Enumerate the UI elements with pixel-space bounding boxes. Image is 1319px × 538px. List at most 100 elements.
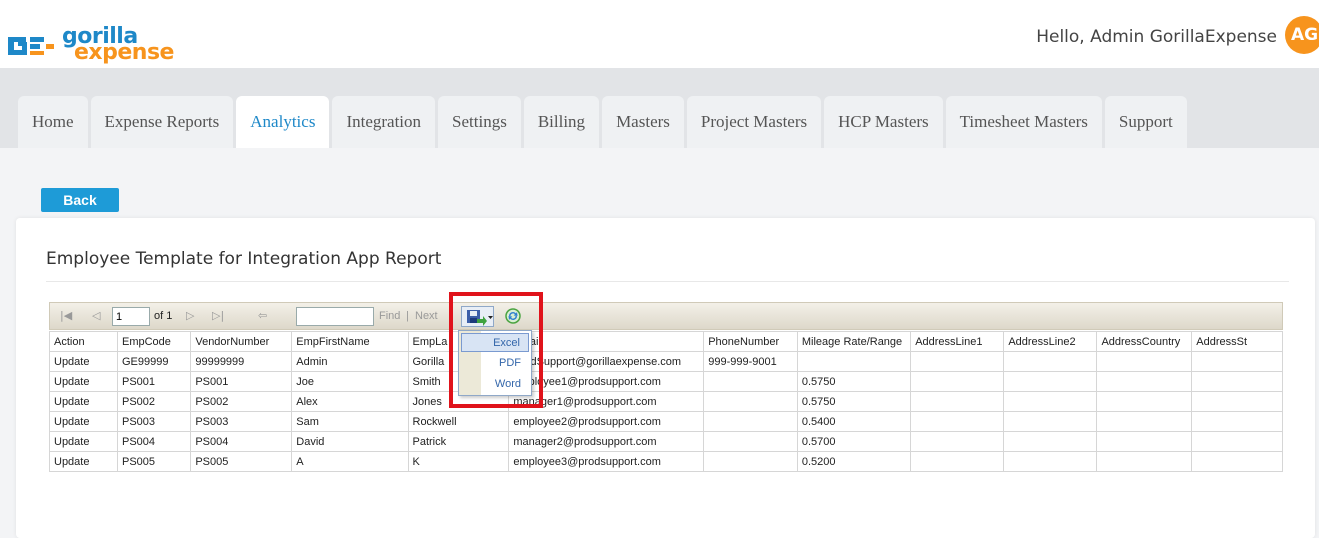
back-button[interactable]: Back — [41, 188, 119, 212]
table-cell — [1003, 391, 1098, 412]
table-row: Update PS001 PS001 Joe Smith employee1@prodsu… — [49, 371, 1283, 392]
tab-home[interactable]: Home — [18, 96, 88, 148]
table-cell: Update — [49, 351, 118, 372]
tab-hcp-masters[interactable]: HCP Masters — [824, 96, 943, 148]
table-cell — [1003, 351, 1098, 372]
table-cell: 0.5750 — [796, 371, 912, 392]
table-cell: A — [291, 451, 409, 472]
tab-masters[interactable]: Masters — [602, 96, 684, 148]
annotation-highlight-box — [449, 292, 543, 408]
find-text-input[interactable] — [296, 307, 374, 326]
table-cell: Update — [49, 451, 118, 472]
table-cell — [1191, 371, 1283, 392]
table-row: Update PS005 PS005 A Kemployee3@prodsupport.… — [49, 451, 1283, 472]
report-grid-viewport[interactable]: Action EmpCode VendorNumber EmpFirstName Emp… — [49, 331, 1283, 481]
tab-settings[interactable]: Settings — [438, 96, 521, 148]
table-cell — [1191, 451, 1283, 472]
table-cell — [1003, 371, 1098, 392]
table-cell: PS002 — [116, 391, 192, 412]
column-header: VendorNumber — [190, 331, 293, 352]
table-cell — [703, 431, 798, 452]
table-cell: manager2@prodsupport.com — [508, 431, 705, 452]
top-bar: gorilla expense Hello, Admin GorillaExpe… — [0, 0, 1319, 68]
table-cell: employee2@prodsupport.com — [508, 411, 705, 432]
table-cell — [1096, 431, 1193, 452]
tab-timesheet-masters[interactable]: Timesheet Masters — [945, 96, 1102, 148]
table-cell: PS001 — [190, 371, 293, 392]
column-header: Action — [49, 331, 118, 352]
title-divider — [46, 281, 1289, 282]
table-cell: 0.5700 — [796, 431, 912, 452]
next-page-icon[interactable]: ▷ — [186, 309, 194, 322]
table-cell — [703, 391, 798, 412]
table-cell: Alex — [291, 391, 409, 412]
table-cell — [1096, 451, 1193, 472]
table-cell — [703, 371, 798, 392]
report-viewer-toolbar: |◀ ◁ of 1 ▷ ▷| ⇦ Find | Next — [49, 302, 1283, 330]
table-cell: GE99999 — [116, 351, 192, 372]
table-cell: PS001 — [116, 371, 192, 392]
table-cell: PS005 — [116, 451, 192, 472]
table-cell — [1096, 371, 1193, 392]
tab-analytics[interactable]: Analytics — [236, 96, 330, 148]
column-header: PhoneNumber — [703, 331, 798, 352]
find-next-link[interactable]: Next — [415, 310, 438, 322]
page-number-input[interactable] — [112, 307, 150, 326]
tab-support[interactable]: Support — [1104, 96, 1187, 148]
report-grid: Action EmpCode VendorNumber EmpFirstName Emp… — [49, 331, 1283, 472]
column-header: EmpFirstName — [291, 331, 409, 352]
table-row: Update PS002 PS002 Alex Jones manager1@prodsu… — [49, 391, 1283, 412]
table-cell — [1003, 451, 1098, 472]
table-cell: 0.5400 — [796, 411, 912, 432]
previous-page-icon[interactable]: ◁ — [92, 309, 100, 322]
first-page-icon[interactable]: |◀ — [60, 309, 72, 322]
table-cell — [1191, 351, 1283, 372]
main-nav-tabs: Home Expense Reports Analytics Integrati… — [18, 96, 1190, 148]
find-link[interactable]: Find — [379, 310, 400, 322]
table-cell: Update — [49, 411, 118, 432]
table-cell: Patrick — [407, 431, 510, 452]
table-cell: PS002 — [190, 391, 293, 412]
table-cell — [1191, 391, 1283, 412]
table-cell — [703, 451, 798, 472]
table-cell: David — [291, 431, 409, 452]
tab-integration[interactable]: Integration — [332, 96, 436, 148]
column-header: AddressLine1 — [910, 331, 1005, 352]
table-cell — [1096, 391, 1193, 412]
table-cell: 99999999 — [190, 351, 293, 372]
report-card: Employee Template for Integration App Re… — [16, 218, 1315, 538]
user-greeting: Hello, Admin GorillaExpense — [1036, 27, 1277, 47]
user-avatar[interactable]: AG — [1285, 16, 1319, 54]
table-cell: 0.5750 — [796, 391, 912, 412]
table-cell — [910, 351, 1005, 372]
column-header: AddressSt — [1191, 331, 1283, 352]
table-cell: PS004 — [190, 431, 293, 452]
table-cell: 999-999-9001 — [703, 351, 798, 372]
table-cell: Update — [49, 391, 118, 412]
table-cell: Joe — [291, 371, 409, 392]
logo-mark-icon — [8, 37, 54, 55]
logo-text-expense: expense — [74, 40, 174, 65]
grid-header-row: Action EmpCode VendorNumber EmpFirstName Emp… — [49, 331, 1283, 352]
table-cell — [910, 451, 1005, 472]
table-cell — [1191, 431, 1283, 452]
table-cell: Rockwell — [407, 411, 510, 432]
table-cell: PS004 — [116, 431, 192, 452]
table-cell: Sam — [291, 411, 409, 432]
back-to-parent-icon[interactable]: ⇦ — [258, 309, 267, 322]
column-header: AddressLine2 — [1003, 331, 1098, 352]
table-cell — [1191, 411, 1283, 432]
tab-billing[interactable]: Billing — [523, 96, 600, 148]
table-cell — [910, 431, 1005, 452]
last-page-icon[interactable]: ▷| — [212, 309, 224, 322]
column-header: Mileage Rate/Range — [796, 331, 912, 352]
tab-expense-reports[interactable]: Expense Reports — [90, 96, 234, 148]
table-row: Update GE99999 99999999 Admin Gorilla ProdSup… — [49, 351, 1283, 372]
table-cell — [1096, 351, 1193, 372]
tab-project-masters[interactable]: Project Masters — [686, 96, 822, 148]
table-cell — [910, 391, 1005, 412]
table-cell: employee3@prodsupport.com — [508, 451, 705, 472]
table-cell — [1003, 431, 1098, 452]
table-cell: PS003 — [116, 411, 192, 432]
gorilla-expense-logo[interactable]: gorilla expense — [6, 24, 174, 68]
